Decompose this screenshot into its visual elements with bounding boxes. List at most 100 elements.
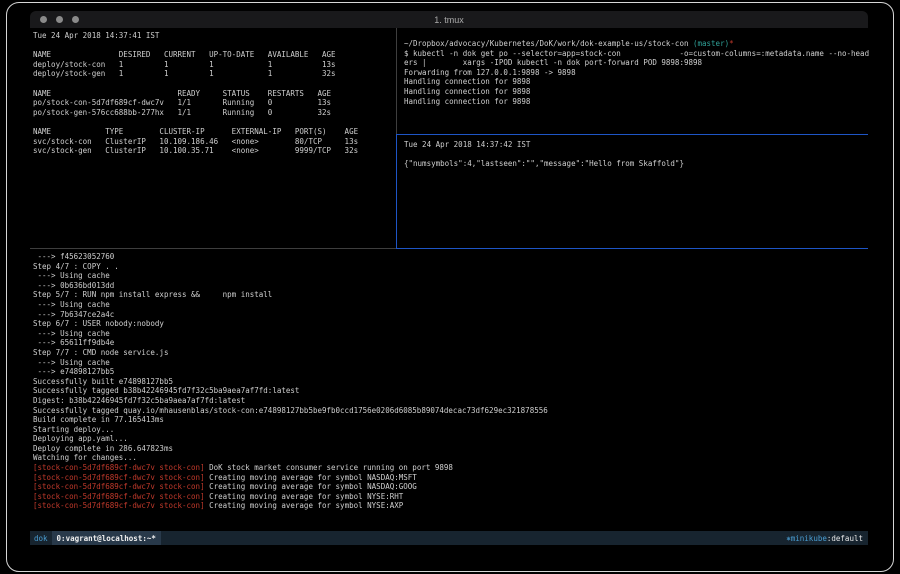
text-segment: NAME TYPE CLUSTER-IP EXTERNAL-IP PORT(S)… — [33, 127, 358, 136]
terminal-line: svc/stock-con ClusterIP 10.109.186.46 <n… — [33, 137, 399, 147]
pane-curl-output[interactable]: Tue 24 Apr 2018 14:37:42 IST {"numsymbols… — [401, 135, 869, 253]
terminal-line: [stock-con-5d7df689cf-dwc7v stock-con] C… — [33, 482, 871, 492]
text-segment: ---> 7b6347ce2a4c — [33, 310, 114, 319]
terminal-line: $ kubectl -n dok get po --selector=app=s… — [404, 49, 869, 59]
text-segment: ---> e74898127bb5 — [33, 367, 114, 376]
terminal-line: [stock-con-5d7df689cf-dwc7v stock-con] C… — [33, 492, 871, 502]
text-segment: deploy/stock-con 1 1 1 1 13s — [33, 60, 336, 69]
status-right: ⎈ minikube :default — [786, 534, 868, 543]
text-segment: Digest: b38b42246945fd7f32c5ba9aea7af7fd… — [33, 396, 245, 405]
terminal-line: ers | xargs -IPOD kubectl -n dok port-fo… — [404, 58, 869, 68]
terminal-line: Tue 24 Apr 2018 14:37:42 IST — [404, 140, 869, 150]
text-segment: svc/stock-con ClusterIP 10.109.186.46 <n… — [33, 137, 358, 146]
terminal-line: Successfully tagged quay.io/mhausenblas/… — [33, 406, 871, 416]
text-segment: Creating moving average for symbol NASDA… — [205, 482, 417, 491]
terminal-line: svc/stock-gen ClusterIP 10.100.35.71 <no… — [33, 146, 399, 156]
terminal-line: deploy/stock-gen 1 1 1 1 32s — [33, 69, 399, 79]
terminal-line: NAME TYPE CLUSTER-IP EXTERNAL-IP PORT(S)… — [33, 127, 399, 137]
text-segment: deploy/stock-gen 1 1 1 1 32s — [33, 69, 336, 78]
terminal-line: ---> Using cache — [33, 271, 871, 281]
terminal-line: Deploying app.yaml... — [33, 434, 871, 444]
terminal-line: ---> Using cache — [33, 358, 871, 368]
terminal-line: Step 4/7 : COPY . . — [33, 262, 871, 272]
tmux-session: Tue 24 Apr 2018 14:37:41 IST NAME DESIRED… — [30, 28, 868, 514]
status-left: dok 0:vagrant@localhost:~* — [30, 531, 161, 545]
terminal-line: Successfully tagged b38b42246945fd7f32c5… — [33, 386, 871, 396]
terminal-line: NAME READY STATUS RESTARTS AGE — [33, 89, 399, 99]
text-segment: Successfully tagged quay.io/mhausenblas/… — [33, 406, 548, 415]
terminal-line: po/stock-gen-576cc688bb-277hx 1/1 Runnin… — [33, 108, 399, 118]
terminal-line: ---> e74898127bb5 — [33, 367, 871, 377]
pane-divider-vertical-active[interactable] — [396, 134, 397, 249]
terminal-line: ---> 7b6347ce2a4c — [33, 310, 871, 320]
kube-namespace: :default — [827, 534, 863, 543]
text-segment: ---> Using cache — [33, 329, 110, 338]
text-segment: [stock-con-5d7df689cf-dwc7v stock-con] — [33, 482, 205, 491]
text-segment: Step 5/7 : RUN npm install express && np… — [33, 290, 272, 299]
terminal-line: Build complete in 77.165413ms — [33, 415, 871, 425]
text-segment: ers | xargs -IPOD kubectl -n dok port-fo… — [404, 58, 702, 67]
text-segment: [stock-con-5d7df689cf-dwc7v stock-con] — [33, 492, 205, 501]
text-segment: Tue 24 Apr 2018 14:37:41 IST — [33, 31, 159, 40]
terminal-line — [33, 79, 399, 89]
terminal-line: Deploy complete in 286.647823ms — [33, 444, 871, 454]
terminal-line: po/stock-con-5d7df689cf-dwc7v 1/1 Runnin… — [33, 98, 399, 108]
text-segment: Deploy complete in 286.647823ms — [33, 444, 173, 453]
terminal-line: NAME DESIRED CURRENT UP-TO-DATE AVAILABL… — [33, 50, 399, 60]
pane-port-forward[interactable]: ~/Dropbox/advocacy/Kubernetes/DoK/work/d… — [401, 28, 869, 145]
text-segment: Successfully tagged b38b42246945fd7f32c5… — [33, 386, 299, 395]
pane-divider-vertical-top[interactable] — [396, 28, 397, 134]
terminal-line — [404, 150, 869, 160]
terminal-line: deploy/stock-con 1 1 1 1 13s — [33, 60, 399, 70]
terminal-line: ---> 65611ff9db4e — [33, 338, 871, 348]
text-segment: DoK stock market consumer service runnin… — [205, 463, 453, 472]
text-segment: NAME DESIRED CURRENT UP-TO-DATE AVAILABL… — [33, 50, 336, 59]
text-segment: Build complete in 77.165413ms — [33, 415, 164, 424]
text-segment: ---> 65611ff9db4e — [33, 338, 114, 347]
terminal-line: [stock-con-5d7df689cf-dwc7v stock-con] C… — [33, 473, 871, 483]
text-segment: ---> Using cache — [33, 300, 110, 309]
text-segment: Deploying app.yaml... — [33, 434, 128, 443]
text-segment: Forwarding from 127.0.0.1:9898 -> 9898 — [404, 68, 576, 77]
text-segment: Tue 24 Apr 2018 14:37:42 IST — [404, 140, 530, 149]
terminal-line: Successfully built e74898127bb5 — [33, 377, 871, 387]
terminal-line: ---> Using cache — [33, 300, 871, 310]
text-segment: [stock-con-5d7df689cf-dwc7v stock-con] — [33, 501, 205, 510]
session-name: dok — [30, 534, 52, 543]
terminal-line: Tue 24 Apr 2018 14:37:41 IST — [33, 31, 399, 41]
terminal-line: Handling connection for 9898 — [404, 77, 869, 87]
terminal-line: Forwarding from 127.0.0.1:9898 -> 9898 — [404, 68, 869, 78]
window-titlebar[interactable]: 1. tmux — [30, 11, 868, 28]
terminal-line: Watching for changes... — [33, 453, 871, 463]
text-segment: Step 4/7 : COPY . . — [33, 262, 119, 271]
window-title: 1. tmux — [30, 15, 868, 25]
text-segment: Creating moving average for symbol NYSE:… — [205, 492, 404, 501]
screenshot-root: 1. tmux Tue 24 Apr 2018 14:37:41 IST NAME… — [0, 0, 900, 574]
text-segment: ---> f45623052760 — [33, 252, 114, 261]
terminal-line: Digest: b38b42246945fd7f32c5ba9aea7af7fd… — [33, 396, 871, 406]
text-segment: * — [729, 39, 734, 48]
terminal-line: Handling connection for 9898 — [404, 97, 869, 107]
terminal-line: Handling connection for 9898 — [404, 87, 869, 97]
text-segment: Creating moving average for symbol NASDA… — [205, 473, 417, 482]
terminal-line: ---> f45623052760 — [33, 252, 871, 262]
kube-context: minikube — [791, 534, 827, 543]
text-segment: $ kubectl -n dok get po --selector=app=s… — [404, 49, 869, 58]
terminal-line: Starting deploy... — [33, 425, 871, 435]
terminal-line: Step 5/7 : RUN npm install express && np… — [33, 290, 871, 300]
terminal-line: ~/Dropbox/advocacy/Kubernetes/DoK/work/d… — [404, 39, 869, 49]
pane-skaffold-dev[interactable]: ---> f45623052760Step 4/7 : COPY . . ---… — [30, 249, 871, 517]
window-item-active[interactable]: 0:vagrant@localhost:~* — [52, 531, 161, 545]
terminal-line: {"numsymbols":4,"lastseen":"","message":… — [404, 159, 869, 169]
terminal-line: ---> 0b636bd013dd — [33, 281, 871, 291]
terminal-window: 1. tmux Tue 24 Apr 2018 14:37:41 IST NAME… — [30, 11, 868, 528]
pane-kubectl-watch[interactable]: Tue 24 Apr 2018 14:37:41 IST NAME DESIRED… — [30, 28, 399, 251]
text-segment: [stock-con-5d7df689cf-dwc7v stock-con] — [33, 473, 205, 482]
text-segment: po/stock-con-5d7df689cf-dwc7v 1/1 Runnin… — [33, 98, 331, 107]
text-segment: Successfully built e74898127bb5 — [33, 377, 173, 386]
text-segment: Handling connection for 9898 — [404, 77, 530, 86]
terminal-line: [stock-con-5d7df689cf-dwc7v stock-con] D… — [33, 463, 871, 473]
text-segment: Creating moving average for symbol NYSE:… — [205, 501, 404, 510]
text-segment: (master) — [693, 39, 729, 48]
text-segment: svc/stock-gen ClusterIP 10.100.35.71 <no… — [33, 146, 358, 155]
